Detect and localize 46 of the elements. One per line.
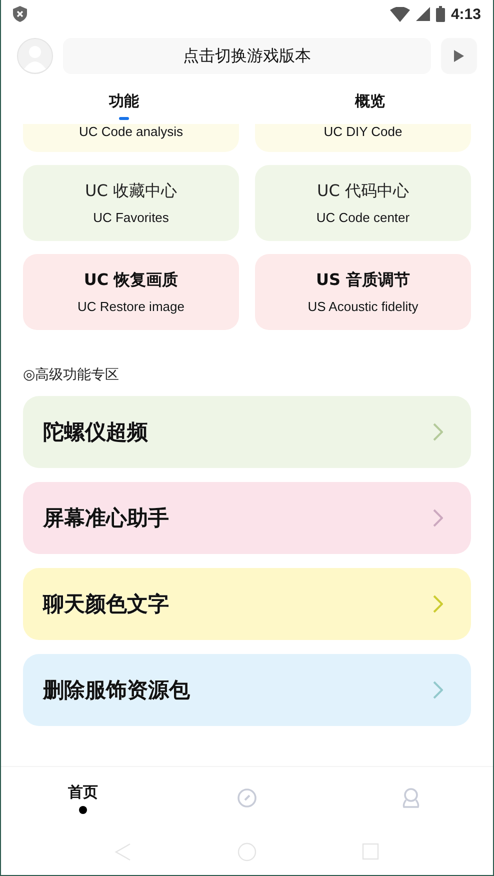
feature-label: 陀螺仪超频 — [43, 419, 148, 446]
play-icon — [454, 50, 464, 62]
avatar-icon[interactable] — [17, 38, 53, 74]
shield-icon — [13, 6, 27, 22]
chevron-icon — [433, 509, 443, 527]
feature-card[interactable]: UC 收藏中心 UC Favorites — [23, 165, 239, 241]
card-title: UC 恢复画质 — [84, 270, 178, 291]
feature-row[interactable]: 陀螺仪超频 — [23, 396, 471, 468]
recents-icon[interactable] — [362, 843, 380, 861]
card-subtitle: US Acoustic fidelity — [308, 299, 418, 314]
feature-card[interactable]: US 音质调节 US Acoustic fidelity — [255, 254, 471, 330]
feature-row[interactable]: 删除服饰资源包 — [23, 654, 471, 726]
version-button[interactable]: 点击切换游戏版本 — [63, 38, 431, 74]
section-title: ◎高级功能专区 — [23, 366, 120, 384]
signal-icon — [416, 7, 430, 21]
person-icon — [402, 788, 420, 808]
feature-card[interactable]: UC 恢复画质 UC Restore image — [23, 254, 239, 330]
feature-card[interactable]: UC 代码中心 UC Code center — [255, 165, 471, 241]
compass-icon — [237, 788, 257, 808]
feature-card[interactable]: UC Code analysis — [23, 124, 239, 152]
feature-label: 聊天颜色文字 — [43, 591, 169, 618]
play-button[interactable] — [441, 38, 477, 74]
back-icon[interactable] — [114, 843, 132, 861]
card-subtitle: UC DIY Code — [324, 124, 402, 139]
chevron-icon — [433, 423, 443, 441]
feature-row[interactable]: 屏幕准心助手 — [23, 482, 471, 554]
card-subtitle: UC Favorites — [93, 210, 169, 225]
card-title: UC 代码中心 — [317, 181, 409, 202]
card-title: US 音质调节 — [316, 270, 410, 291]
tab[interactable]: 概览 — [347, 88, 393, 117]
feature-row[interactable]: 聊天颜色文字 — [23, 568, 471, 640]
feature-label: 删除服饰资源包 — [43, 677, 190, 704]
nav-tab[interactable]: 首页 — [1, 767, 165, 829]
feature-card[interactable]: UC DIY Code — [255, 124, 471, 152]
wifi-icon — [390, 6, 410, 22]
card-title: UC 收藏中心 — [85, 181, 177, 202]
card-subtitle: UC Code center — [316, 210, 410, 225]
card-subtitle: UC Restore image — [78, 299, 184, 314]
tab[interactable]: 功能 — [101, 88, 147, 117]
card-subtitle: UC Code analysis — [78, 124, 184, 139]
feature-label: 屏幕准心助手 — [43, 505, 169, 532]
home-icon[interactable] — [236, 842, 257, 862]
chevron-icon — [433, 595, 443, 613]
chevron-icon — [433, 681, 443, 699]
battery-icon — [436, 6, 445, 22]
status-time: 4:13 — [450, 6, 481, 22]
